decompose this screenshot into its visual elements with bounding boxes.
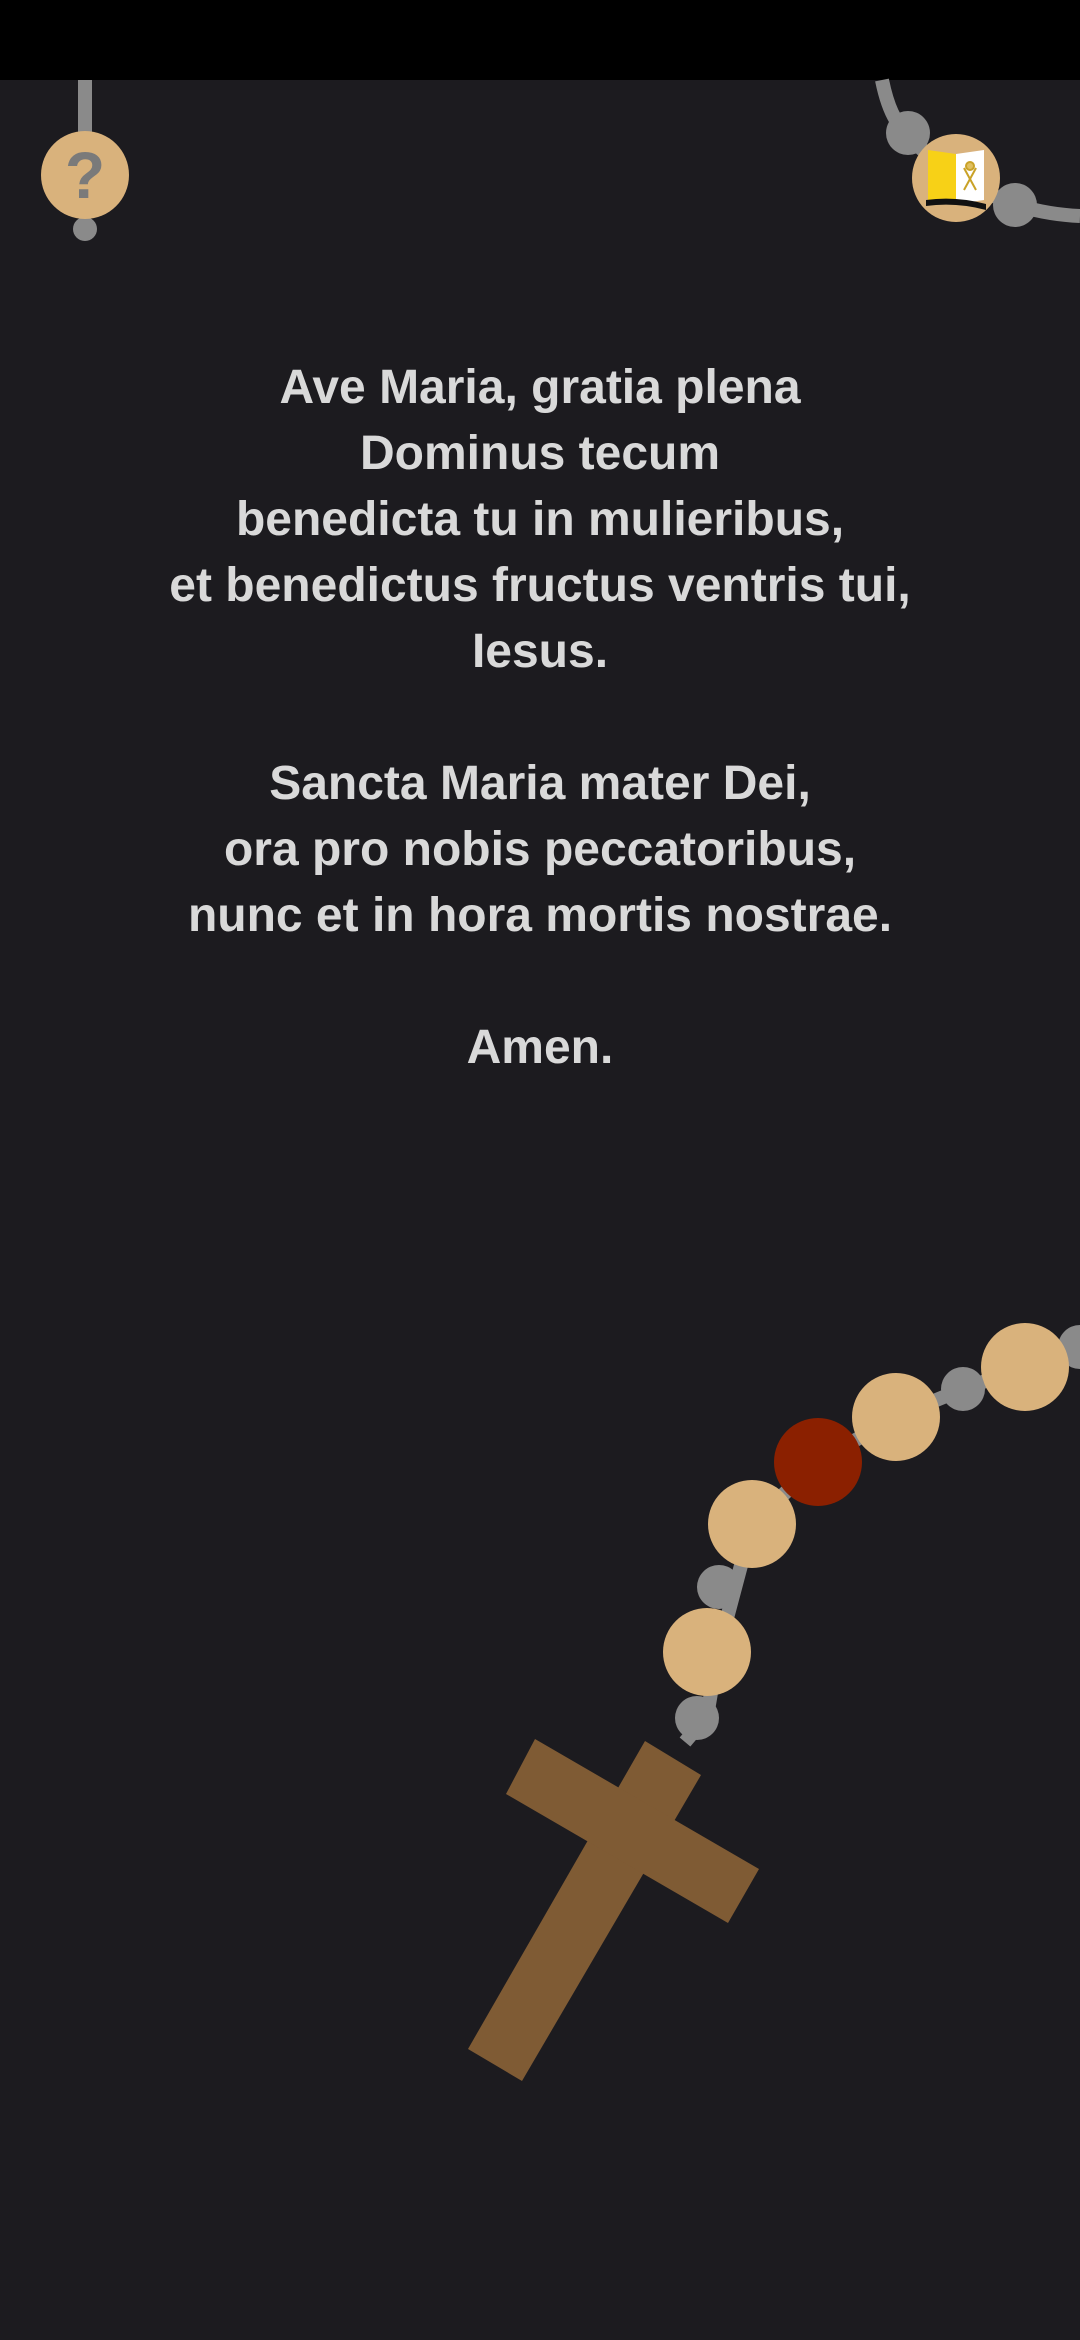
rosary-bead[interactable] (981, 1323, 1069, 1411)
chain-bead (941, 1367, 985, 1411)
prayer-text: Ave Maria, gratia plena Dominus tecum be… (0, 355, 1080, 1081)
question-mark-icon[interactable]: ? (65, 138, 105, 212)
prayer-line: nunc et in hora mortis nostrae. (187, 889, 893, 942)
rosary-beads[interactable] (663, 1323, 1080, 1740)
rosary-bead[interactable] (663, 1608, 751, 1696)
rosary-bead[interactable] (708, 1480, 796, 1568)
prayer-line: Sancta Maria mater Dei, (269, 757, 811, 810)
current-rosary-bead[interactable] (774, 1418, 862, 1506)
rosary-scene: ? (41, 78, 1080, 2081)
chain-bead (886, 111, 930, 155)
language-button[interactable] (912, 134, 1000, 222)
prayer-line: Ave Maria, gratia plena (279, 361, 801, 414)
rosary-bead[interactable] (852, 1373, 940, 1461)
stanza-gap (0, 949, 1080, 1015)
prayer-line: Amen. (466, 1021, 614, 1074)
chain-bead (993, 183, 1037, 227)
prayer-line: benedicta tu in mulieribus, (235, 493, 845, 546)
stanza-gap (0, 685, 1080, 751)
help-small-bead (73, 217, 97, 241)
prayer-line: ora pro nobis peccatoribus, (223, 823, 857, 876)
help-button[interactable]: ? (41, 131, 129, 219)
vatican-flag-icon[interactable] (926, 150, 986, 210)
prayer-line: Iesus. (471, 625, 609, 678)
prayer-line: et benedictus fructus ventris tui, (169, 559, 911, 612)
prayer-line: Dominus tecum (359, 427, 721, 480)
chain-bead (697, 1565, 741, 1609)
crucifix-icon[interactable] (468, 1739, 759, 2081)
chain-bead (675, 1696, 719, 1740)
